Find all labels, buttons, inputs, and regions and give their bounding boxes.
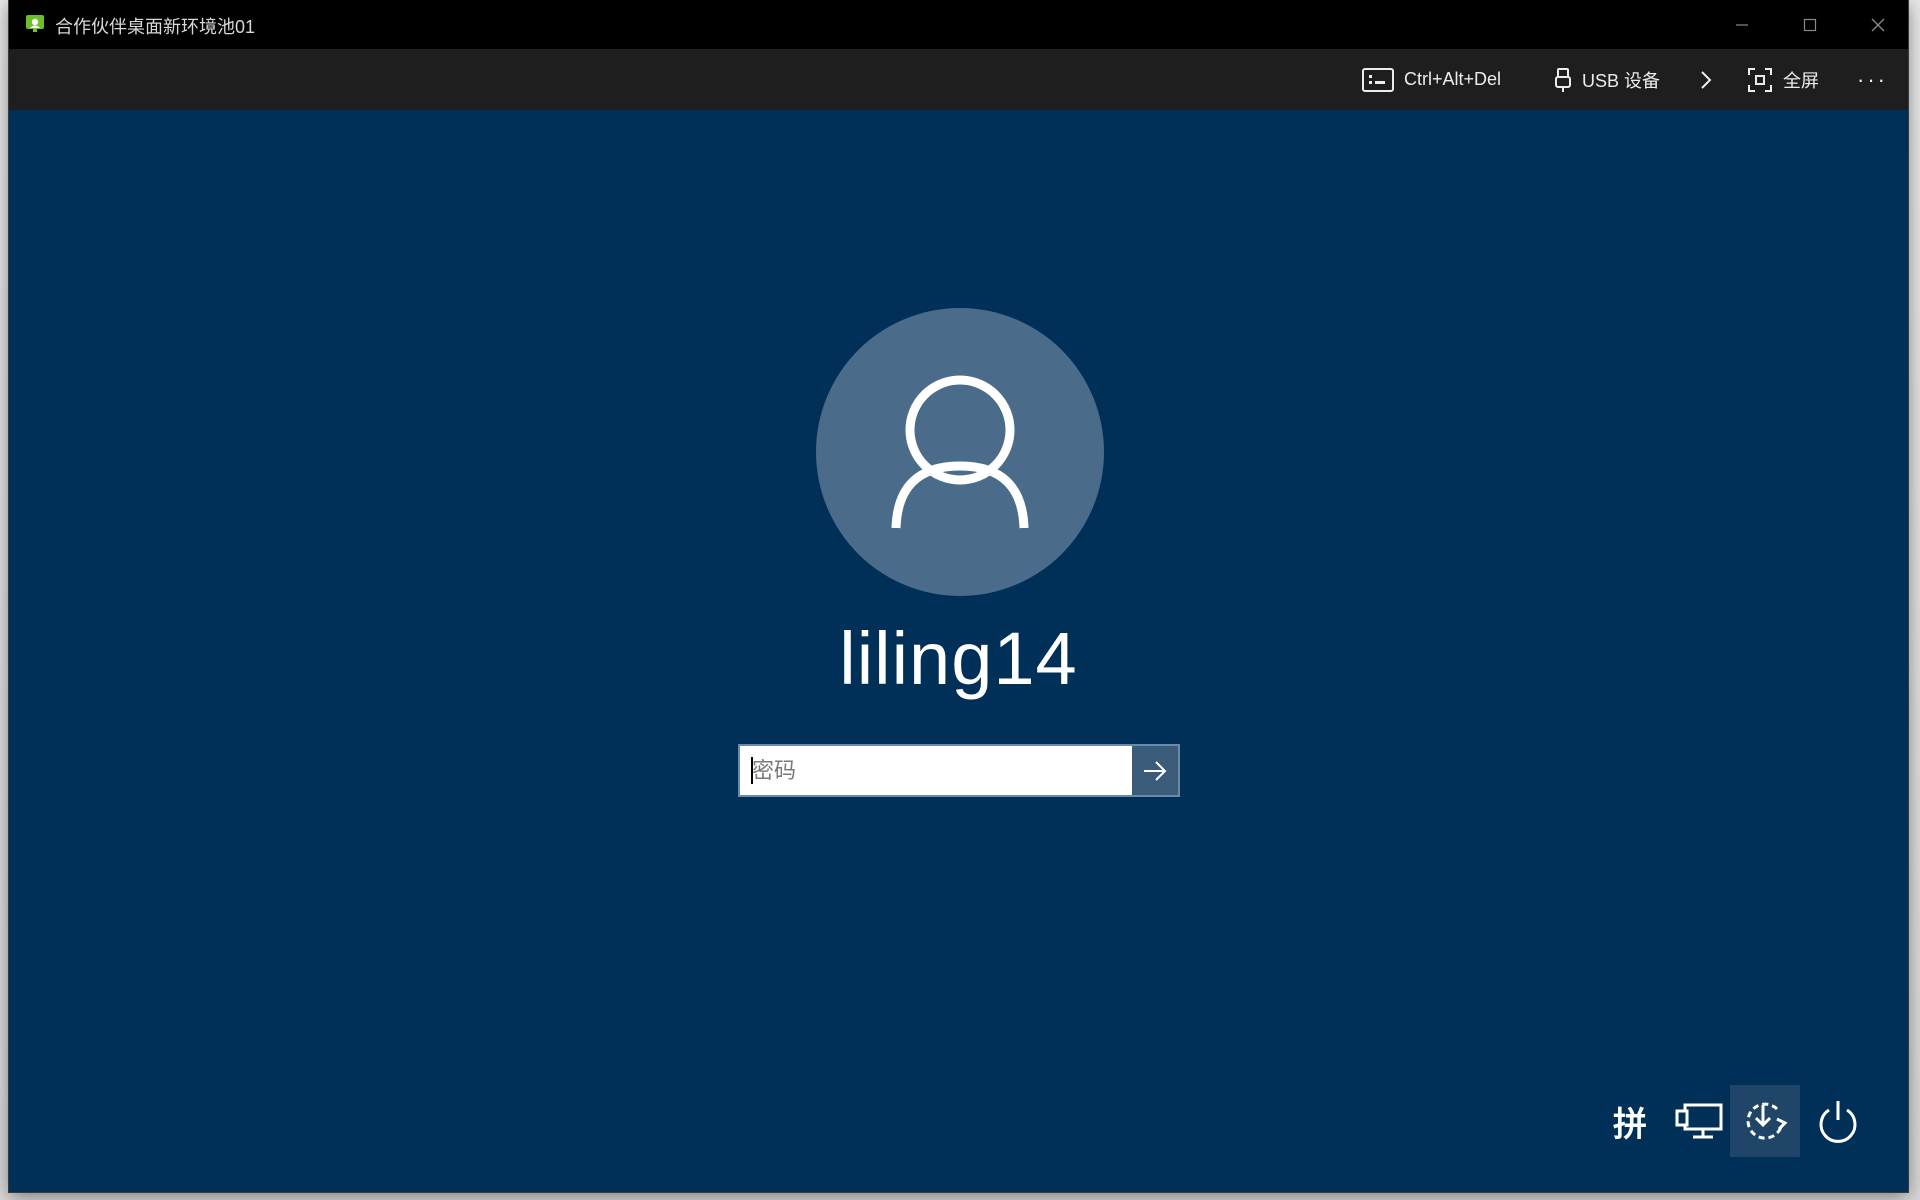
minimize-button[interactable] [1713, 0, 1771, 49]
chevron-right-icon [1701, 70, 1712, 89]
remote-desktop-icon [25, 14, 45, 34]
maximize-icon [1803, 18, 1817, 31]
username-label: liling14 [839, 617, 1078, 700]
network-icon [1675, 1103, 1723, 1139]
minimize-icon [1736, 23, 1748, 26]
avatar [816, 308, 1104, 596]
usb-devices-button[interactable]: USB 设备 [1554, 49, 1660, 110]
more-icon: ··· [1857, 66, 1888, 92]
lock-screen: liling14 拼 [9, 110, 1908, 1192]
power-button[interactable] [1803, 1085, 1873, 1157]
user-icon [891, 375, 1029, 529]
power-icon [1819, 1101, 1857, 1143]
ime-button[interactable]: 拼 [1595, 1085, 1665, 1157]
fullscreen-label: 全屏 [1783, 70, 1819, 91]
password-input[interactable] [740, 746, 1132, 795]
ctrl-alt-del-label: Ctrl+Alt+Del [1404, 69, 1502, 89]
fullscreen-button[interactable]: 全屏 [1747, 49, 1819, 110]
fullscreen-icon [1748, 67, 1772, 92]
remote-desktop-window: 合作伙伴桌面新环境池01 Ctrl+Alt+Del USB 设备 全屏 ··· … [9, 0, 1908, 1192]
more-options-button[interactable]: ··· [1857, 49, 1888, 110]
close-button[interactable] [1849, 0, 1907, 49]
window-titlebar[interactable]: 合作伙伴桌面新环境池01 [9, 0, 1908, 49]
accessibility-button[interactable] [1730, 1085, 1800, 1157]
window-title: 合作伙伴桌面新环境池01 [55, 17, 256, 37]
password-field-container [738, 744, 1180, 797]
ctrl-alt-del-button[interactable]: Ctrl+Alt+Del [1362, 49, 1501, 110]
keyboard-icon [1362, 67, 1394, 92]
close-icon [1871, 18, 1885, 31]
usb-icon [1555, 67, 1571, 92]
accessibility-icon [1746, 1102, 1788, 1140]
arrow-right-icon [1144, 760, 1167, 781]
toolbar-expand-button[interactable] [1699, 49, 1723, 110]
maximize-button[interactable] [1781, 0, 1839, 49]
session-toolbar: Ctrl+Alt+Del USB 设备 全屏 ··· [9, 49, 1908, 110]
usb-devices-label: USB 设备 [1582, 70, 1661, 91]
text-cursor [751, 757, 753, 784]
ime-icon: 拼 [1613, 1105, 1647, 1144]
submit-button[interactable] [1132, 746, 1178, 795]
network-button[interactable] [1665, 1085, 1735, 1157]
